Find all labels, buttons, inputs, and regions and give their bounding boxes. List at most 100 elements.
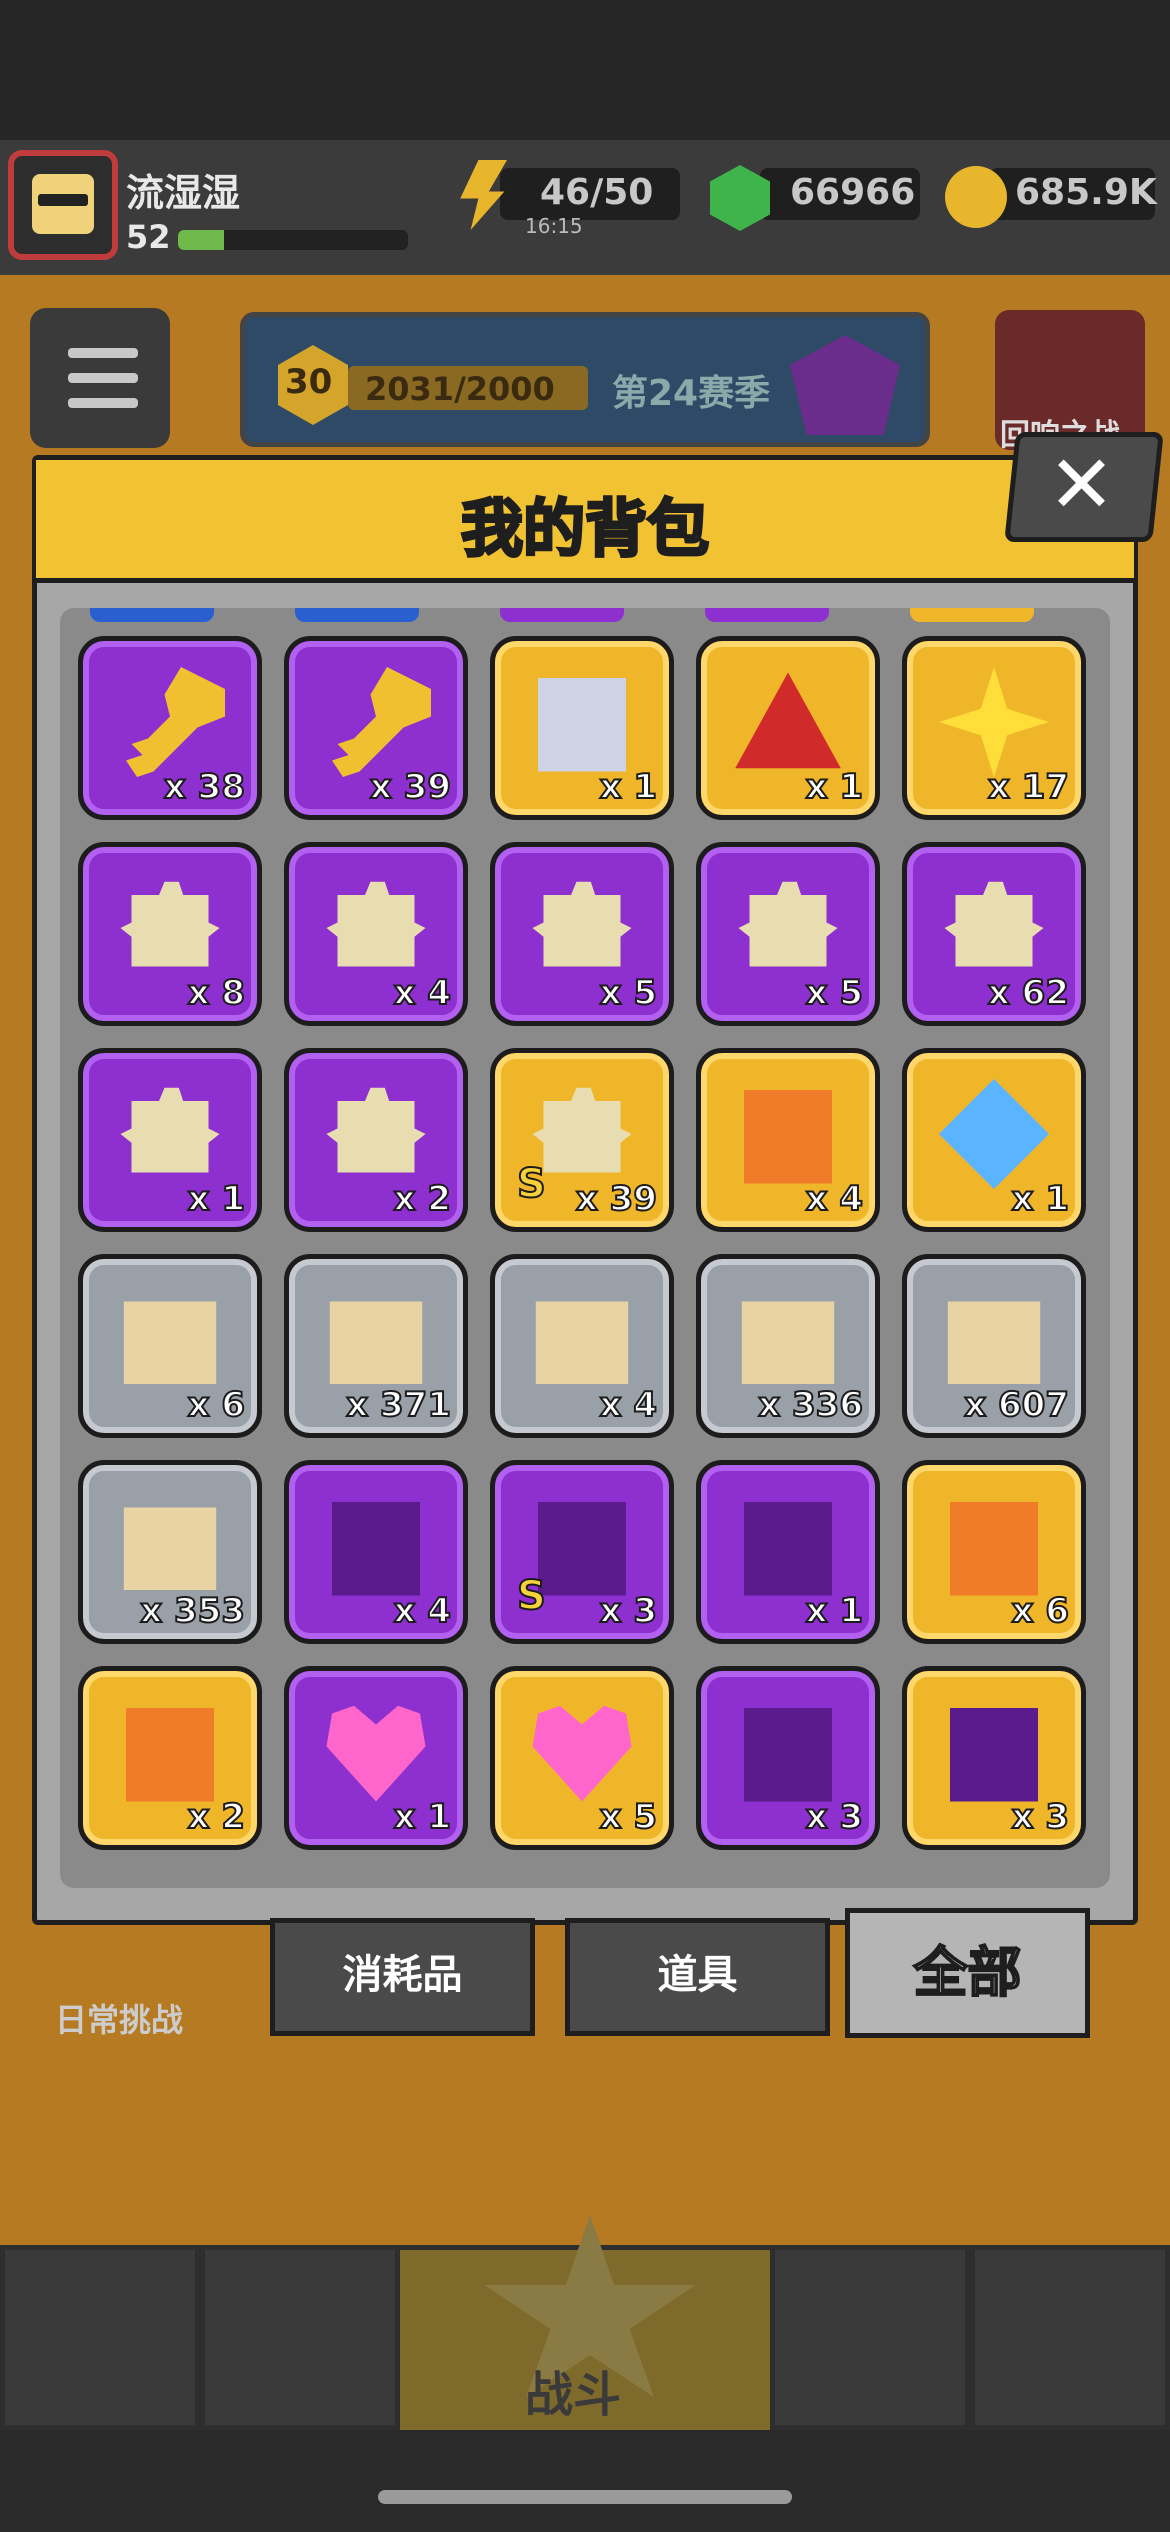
gold-chest-icon <box>744 1090 832 1184</box>
item-count: x 2 <box>393 1178 452 1220</box>
inventory-item[interactable]: x 2 <box>78 1666 262 1850</box>
hero-shard-icon <box>120 881 220 967</box>
dialog-title: 我的背包 <box>459 491 710 567</box>
energy-triangle-icon <box>939 1079 1049 1189</box>
inventory-item[interactable]: x 6 <box>902 1460 1086 1644</box>
close-icon[interactable]: ✕ <box>1048 438 1115 531</box>
inventory-item[interactable]: x 39 <box>284 636 468 820</box>
rarity-s-badge: S <box>516 1572 547 1620</box>
partial-item-tile <box>910 608 1034 622</box>
rarity-s-badge: S <box>516 1160 547 1208</box>
item-count: x 38 <box>163 766 246 808</box>
player-avatar[interactable] <box>8 150 118 260</box>
gold-hex-chest-icon <box>950 1502 1038 1596</box>
nav-equipment[interactable] <box>205 2250 395 2425</box>
season-progress-text: 2031/2000 <box>365 370 555 408</box>
hero-shard-icon <box>120 1087 220 1173</box>
inventory-grid[interactable]: x 38 x 39 x 1 x 1 x 17 x 8 x 4 x 5 x 5 x 62 x 1 x 2… <box>60 608 1110 1888</box>
item-count: x 5 <box>805 972 864 1014</box>
inventory-item[interactable]: x 5 <box>696 842 880 1026</box>
item-count: x 39 <box>369 766 452 808</box>
emblem-chest-icon <box>538 678 626 772</box>
inventory-item[interactable]: x 17 <box>902 636 1086 820</box>
item-count: x 336 <box>757 1384 864 1426</box>
inventory-item[interactable]: x 4 <box>284 1460 468 1644</box>
inventory-item[interactable]: x 1 <box>902 1048 1086 1232</box>
energy-value: 46/50 <box>540 172 654 213</box>
item-count: x 4 <box>805 1178 864 1220</box>
nav-evolve[interactable] <box>975 2250 1165 2425</box>
inventory-item[interactable]: x 607 <box>902 1254 1086 1438</box>
weapon-blueprint-icon <box>123 1301 217 1384</box>
inventory-item[interactable]: x 4 <box>284 842 468 1026</box>
inventory-item[interactable]: Sx 3 <box>490 1460 674 1644</box>
item-count: x 1 <box>805 766 864 808</box>
tab-all[interactable]: 全部 <box>845 1908 1090 2038</box>
menu-icon-line <box>68 398 138 408</box>
belt-blueprint-icon <box>741 1301 835 1384</box>
inventory-item[interactable]: x 353 <box>78 1460 262 1644</box>
item-count: x 1 <box>599 766 658 808</box>
inventory-item[interactable]: x 2 <box>284 1048 468 1232</box>
tab-consumables[interactable]: 消耗品 <box>270 1918 535 2036</box>
inventory-item[interactable]: x 8 <box>78 842 262 1026</box>
hero-shard-icon <box>944 881 1044 967</box>
season-name: 第24赛季 <box>612 373 771 414</box>
inventory-item[interactable]: x 38 <box>78 636 262 820</box>
player-level: 52 <box>126 218 171 256</box>
inventory-item[interactable]: x 4 <box>696 1048 880 1232</box>
glove-blueprint-icon <box>947 1301 1041 1384</box>
menu-icon-line <box>68 373 138 383</box>
boots-blueprint-icon <box>123 1507 217 1590</box>
item-count: x 1 <box>1011 1178 1070 1220</box>
partial-item-tile <box>705 608 829 622</box>
inventory-item[interactable]: x 1 <box>284 1666 468 1850</box>
item-count: x 3 <box>599 1590 658 1632</box>
inventory-item[interactable]: x 1 <box>696 636 880 820</box>
home-indicator <box>378 2490 792 2504</box>
season-level: 30 <box>285 362 333 402</box>
inventory-item[interactable]: Sx 39 <box>490 1048 674 1232</box>
purple-hex-chest-icon <box>744 1502 832 1596</box>
hero-shard-icon <box>738 881 838 967</box>
item-count: x 62 <box>987 972 1070 1014</box>
inventory-item[interactable]: x 62 <box>902 842 1086 1026</box>
nav-talents[interactable] <box>775 2250 965 2425</box>
coin-icon <box>945 166 1007 228</box>
item-count: x 371 <box>345 1384 452 1426</box>
heart-gift-icon <box>532 1705 632 1802</box>
inventory-item[interactable]: x 336 <box>696 1254 880 1438</box>
partial-item-tile <box>500 608 624 622</box>
gold-gem-key-icon <box>332 667 431 777</box>
item-count: x 5 <box>599 972 658 1014</box>
item-count: x 607 <box>963 1384 1070 1426</box>
inventory-item[interactable]: x 4 <box>490 1254 674 1438</box>
item-count: x 6 <box>187 1384 246 1426</box>
inventory-item[interactable]: x 1 <box>490 636 674 820</box>
inventory-item[interactable]: x 3 <box>902 1666 1086 1850</box>
inventory-item[interactable]: x 3 <box>696 1666 880 1850</box>
inventory-item[interactable]: x 371 <box>284 1254 468 1438</box>
daily-challenge-label[interactable]: 日常挑战 <box>55 1995 183 2041</box>
armor-blueprint-icon <box>329 1301 423 1384</box>
inventory-item[interactable]: x 1 <box>78 1048 262 1232</box>
inventory-item[interactable]: x 6 <box>78 1254 262 1438</box>
item-count: x 1 <box>805 1590 864 1632</box>
inventory-item[interactable]: x 1 <box>696 1460 880 1644</box>
item-count: x 4 <box>393 972 452 1014</box>
item-count: x 3 <box>1011 1796 1070 1838</box>
energy-timer: 16:15 <box>525 214 583 238</box>
menu-button[interactable] <box>30 308 170 448</box>
inventory-item[interactable]: x 5 <box>490 842 674 1026</box>
hero-shard-icon <box>326 881 426 967</box>
xp-progress-fill <box>178 230 224 250</box>
hero-shard-icon <box>532 881 632 967</box>
inventory-item[interactable]: x 5 <box>490 1666 674 1850</box>
item-count: x 8 <box>187 972 246 1014</box>
menu-icon <box>68 348 138 358</box>
tab-props[interactable]: 道具 <box>565 1918 830 2036</box>
fight-label: 战斗 <box>525 2367 622 2423</box>
nav-shop[interactable] <box>5 2250 195 2425</box>
item-count: x 39 <box>575 1178 658 1220</box>
status-bar <box>0 0 1170 140</box>
